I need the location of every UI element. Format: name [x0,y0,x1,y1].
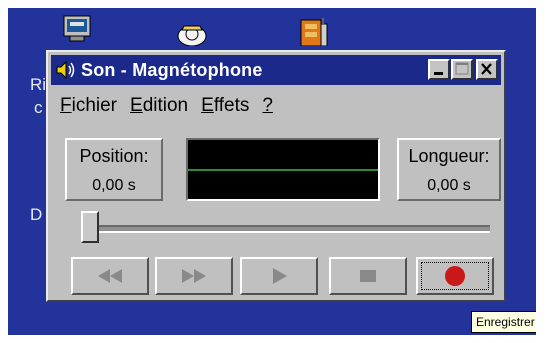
waveform-display [186,138,380,201]
menu-fichier[interactable]: Fichier [60,95,117,117]
play-button[interactable] [240,257,318,295]
menu-label: dition [142,95,189,116]
maximize-icon [455,62,469,75]
waveform-line [188,169,378,171]
menu-hotkey: E [130,95,143,116]
close-icon [481,63,492,75]
rewind-icon [98,269,122,283]
window-title: Son - Magnétophone [81,59,263,80]
stop-icon [360,270,376,282]
cabinet-icon[interactable] [297,16,331,51]
desktop-icon-label: c [34,98,43,117]
position-slider-thumb[interactable] [81,211,99,243]
menu-bar: Fichier Edition Effets ? [60,95,273,117]
length-value: 0,00 s [427,177,471,194]
menu-hotkey: F [60,95,72,116]
menu-edition[interactable]: Edition [130,95,188,117]
sound-recorder-window: Son - Magnétophone Fichier Edition Effet… [46,50,506,302]
speaker-icon [51,55,81,85]
close-button[interactable] [476,59,498,80]
position-label: Position: [79,146,149,166]
menu-hotkey: ? [262,95,273,116]
computer-icon[interactable] [62,14,92,47]
menu-label: ffets [213,95,250,116]
rewind-button[interactable] [71,257,149,295]
record-icon [445,266,465,286]
fast-forward-icon [182,269,206,283]
fast-forward-button[interactable] [155,257,233,295]
maximize-button[interactable] [451,59,473,80]
minimize-icon [434,72,443,75]
position-value: 0,00 s [92,177,136,194]
play-icon [273,268,287,284]
length-panel: Longueur: 0,00 s [397,138,501,201]
menu-label: ichier [71,95,118,116]
position-panel: Position: 0,00 s [65,138,163,201]
desktop-icon-label: Ri [30,75,47,94]
stop-button[interactable] [329,257,407,295]
minimize-button[interactable] [428,59,450,80]
position-slider-track[interactable] [88,225,490,233]
length-label: Longueur: [408,146,490,166]
record-button[interactable] [416,257,494,295]
menu-effets[interactable]: Effets [201,95,249,117]
record-tooltip: Enregistrer [471,311,536,333]
network-icon[interactable] [174,20,210,51]
desktop-background: Ri c D Son - Magnétophone Fichier Editio… [8,8,536,335]
title-bar[interactable]: Son - Magnétophone [51,55,501,85]
desktop-icon-label: D [30,205,43,224]
menu-help[interactable]: ? [262,95,273,117]
menu-hotkey: E [201,95,214,116]
